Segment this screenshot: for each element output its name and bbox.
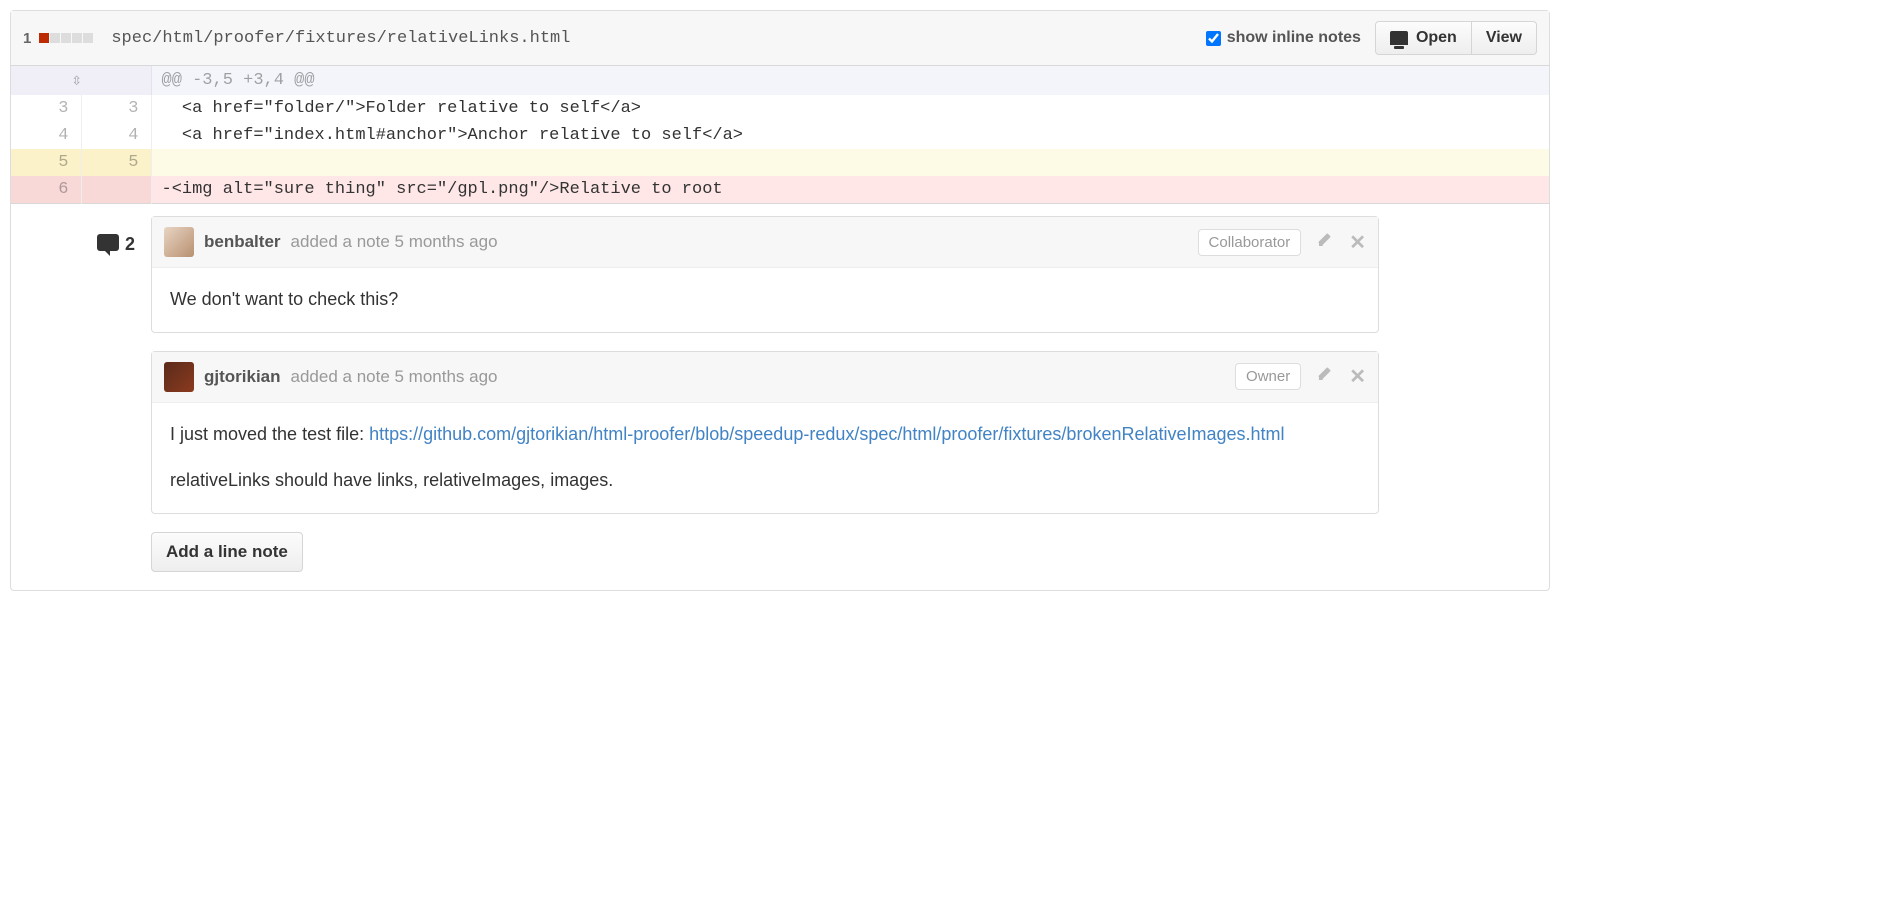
diffstat-block-neutral xyxy=(50,33,60,43)
comment-text: We don't want to check this? xyxy=(170,286,1360,314)
edit-comment-button[interactable] xyxy=(1317,232,1333,253)
show-inline-notes-label: show inline notes xyxy=(1227,29,1361,47)
avatar[interactable] xyxy=(164,362,194,392)
old-line-num[interactable]: 4 xyxy=(11,122,81,149)
add-line-note-button[interactable]: Add a line note xyxy=(151,532,303,572)
old-line-num[interactable]: 5 xyxy=(11,149,81,176)
delete-comment-button[interactable]: ✕ xyxy=(1349,230,1366,255)
show-inline-notes-checkbox[interactable] xyxy=(1206,31,1221,46)
comment-author[interactable]: benbalter xyxy=(204,232,281,252)
expand-cell[interactable]: ⇳ xyxy=(11,66,151,95)
comment-count-number: 2 xyxy=(125,234,135,255)
code xyxy=(151,149,1549,176)
desktop-icon xyxy=(1390,31,1408,45)
comment-meta: added a note 5 months ago xyxy=(291,232,498,252)
diffstat-block-neutral xyxy=(61,33,71,43)
comment-text: relativeLinks should have links, relativ… xyxy=(170,467,1360,495)
edit-comment-button[interactable] xyxy=(1317,366,1333,387)
diff-line-deletion: 6 -<img alt="sure thing" src="/gpl.png"/… xyxy=(11,176,1549,204)
diff-line: 4 4 <a href="index.html#anchor">Anchor r… xyxy=(11,122,1549,149)
diff-table: ⇳ @@ -3,5 +3,4 @@ 3 3 <a href="folder/">… xyxy=(11,66,1549,590)
diffstat-block-del xyxy=(39,33,49,43)
file-actions: show inline notes Open View xyxy=(1206,21,1537,55)
file-path[interactable]: spec/html/proofer/fixtures/relativeLinks… xyxy=(111,29,570,48)
new-line-num[interactable] xyxy=(81,176,151,204)
comment-link[interactable]: https://github.com/gjtorikian/html-proof… xyxy=(369,424,1284,444)
diffstat-count: 1 xyxy=(23,30,31,47)
file-button-group: Open View xyxy=(1375,21,1537,55)
file-header: 1 spec/html/proofer/fixtures/relativeLin… xyxy=(11,11,1549,66)
hunk-header: @@ -3,5 +3,4 @@ xyxy=(151,66,1549,95)
old-line-num[interactable]: 3 xyxy=(11,95,81,122)
view-button[interactable]: View xyxy=(1472,21,1537,55)
open-button[interactable]: Open xyxy=(1375,21,1472,55)
comment-body: We don't want to check this? xyxy=(152,268,1378,332)
role-badge: Collaborator xyxy=(1198,229,1302,256)
file-info: 1 spec/html/proofer/fixtures/relativeLin… xyxy=(23,29,1206,48)
show-inline-notes-toggle[interactable]: show inline notes xyxy=(1206,29,1361,47)
new-line-num[interactable]: 5 xyxy=(81,149,151,176)
comment-author[interactable]: gjtorikian xyxy=(204,367,281,387)
add-note-row: Add a line note xyxy=(151,532,1379,572)
delete-comment-button[interactable]: ✕ xyxy=(1349,364,1366,389)
old-line-num[interactable]: 6 xyxy=(11,176,81,204)
code: -<img alt="sure thing" src="/gpl.png"/>R… xyxy=(151,176,1549,204)
comment-count: 2 xyxy=(11,216,151,572)
hunk-header-row: ⇳ @@ -3,5 +3,4 @@ xyxy=(11,66,1549,95)
comment-body: I just moved the test file: https://gith… xyxy=(152,403,1378,513)
inline-comment: benbalter added a note 5 months ago Coll… xyxy=(151,216,1379,333)
expand-icon: ⇳ xyxy=(15,70,139,91)
code: <a href="index.html#anchor">Anchor relat… xyxy=(151,122,1549,149)
new-line-num[interactable]: 4 xyxy=(81,122,151,149)
comment-header: gjtorikian added a note 5 months ago Own… xyxy=(152,352,1378,403)
code: <a href="folder/">Folder relative to sel… xyxy=(151,95,1549,122)
diffstat-block-neutral xyxy=(83,33,93,43)
comment-header: benbalter added a note 5 months ago Coll… xyxy=(152,217,1378,268)
view-button-label: View xyxy=(1486,29,1522,47)
inline-comment: gjtorikian added a note 5 months ago Own… xyxy=(151,351,1379,514)
pencil-icon xyxy=(1317,366,1333,382)
comment-bubble-icon xyxy=(97,234,119,251)
diff-line: 5 5 xyxy=(11,149,1549,176)
comment-meta: added a note 5 months ago xyxy=(291,367,498,387)
role-badge: Owner xyxy=(1235,363,1301,390)
file-diff: 1 spec/html/proofer/fixtures/relativeLin… xyxy=(10,10,1550,591)
open-button-label: Open xyxy=(1416,29,1457,47)
diffstat-blocks xyxy=(39,33,93,43)
new-line-num[interactable]: 3 xyxy=(81,95,151,122)
pencil-icon xyxy=(1317,232,1333,248)
diffstat-block-neutral xyxy=(72,33,82,43)
comment-text: I just moved the test file: https://gith… xyxy=(170,421,1360,449)
inline-comments-row: 2 benbalter added a note 5 months ago Co… xyxy=(11,204,1549,590)
diff-line: 3 3 <a href="folder/">Folder relative to… xyxy=(11,95,1549,122)
avatar[interactable] xyxy=(164,227,194,257)
